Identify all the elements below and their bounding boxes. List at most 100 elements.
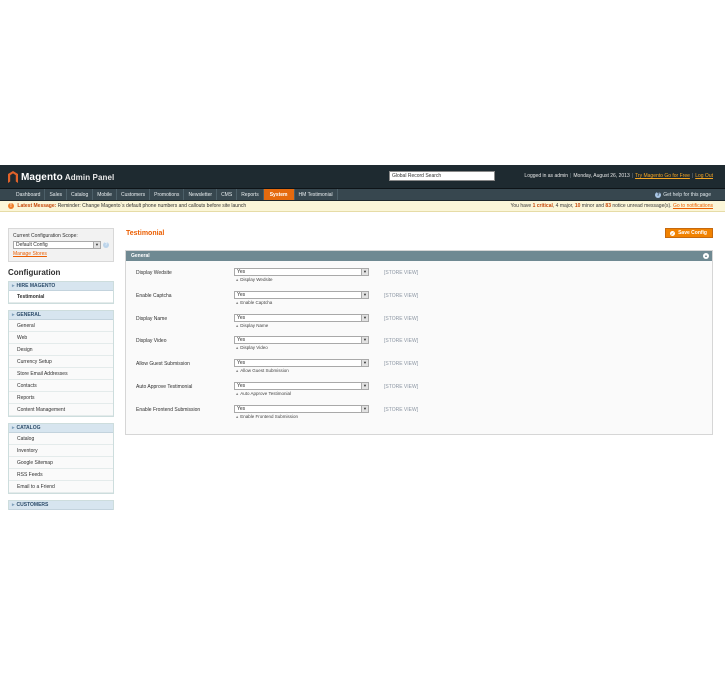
nav-mobile[interactable]: Mobile bbox=[93, 189, 117, 200]
alert-icon: ! bbox=[8, 202, 14, 209]
section-catalog: ▸ CATALOG Catalog Inventory Google Sitema… bbox=[8, 423, 114, 494]
field-note: ▴ Enable Captcha bbox=[236, 299, 273, 305]
help-icon[interactable]: ? bbox=[103, 242, 109, 248]
enable-captcha-select[interactable]: Yes ▼ bbox=[234, 290, 369, 299]
help-text: Get help for this page bbox=[663, 192, 711, 198]
allow-guest-submission-select[interactable]: Yes ▼ bbox=[234, 359, 369, 368]
field-label: Display Video bbox=[136, 338, 167, 345]
latest-message-label: Latest Message: bbox=[17, 203, 57, 209]
config-row: Enable Captcha Yes ▼ ▴ Enable Captcha [STO… bbox=[126, 290, 712, 314]
config-row: Allow Guest Submission Yes ▼ ▴ Allow Guest… bbox=[126, 359, 712, 382]
auto-approve-testimonial-select[interactable]: Yes ▼ bbox=[234, 381, 369, 390]
chevron-down-icon: ▼ bbox=[361, 291, 368, 298]
scope-tag: [STORE VIEW] bbox=[384, 338, 419, 345]
scope-tag: [STORE VIEW] bbox=[384, 383, 419, 390]
sidebar-item-rss-feeds[interactable]: RSS Feeds bbox=[9, 469, 113, 481]
section-general: ▸ GENERAL General Web Design Currency Set… bbox=[8, 310, 114, 417]
header-links: Logged in as admin | Monday, August 26, 20… bbox=[524, 173, 713, 179]
help-link[interactable]: ? Get help for this page bbox=[655, 189, 711, 201]
section-header[interactable]: ▸ CUSTOMERS bbox=[9, 501, 113, 510]
sidebar-item-inventory[interactable]: Inventory bbox=[9, 445, 113, 457]
section-header[interactable]: ▸ CATALOG bbox=[9, 424, 113, 433]
config-sidebar: Current Configuration Scope: Default Con… bbox=[8, 228, 114, 516]
scope-switcher: Current Configuration Scope: Default Con… bbox=[8, 228, 114, 262]
scope-tag: [STORE VIEW] bbox=[384, 315, 419, 322]
field-note: ▴ Auto Approve Testimonial bbox=[236, 390, 291, 396]
sidebar-item-contacts[interactable]: Contacts bbox=[9, 380, 113, 392]
sidebar-item-currency-setup[interactable]: Currency Setup bbox=[9, 356, 113, 368]
display-name-select[interactable]: Yes ▼ bbox=[234, 313, 369, 322]
nav-catalog[interactable]: Catalog bbox=[67, 189, 94, 200]
enable-frontend-submission-select[interactable]: Yes ▼ bbox=[234, 404, 369, 413]
try-magento-go-link[interactable]: Try Magento Go for Free bbox=[635, 173, 690, 179]
scope-tag: [STORE VIEW] bbox=[384, 270, 419, 276]
display-wedsite-select[interactable]: Yes ▼ bbox=[234, 268, 369, 276]
brand-name: Magento Admin Panel bbox=[21, 171, 115, 183]
page-title: Testimonial bbox=[126, 230, 165, 237]
field-note: ▴ Allow Guest Submission bbox=[236, 368, 289, 374]
main-nav: Dashboard Sales Catalog Mobile Customers… bbox=[0, 189, 725, 201]
magento-logo[interactable]: Magento Admin Panel bbox=[8, 171, 114, 183]
sidebar-item-testimonial[interactable]: Testimonial bbox=[9, 291, 113, 303]
help-icon: ? bbox=[655, 192, 662, 198]
scope-select[interactable]: Default Config ▼ bbox=[13, 241, 101, 249]
display-video-select[interactable]: Yes ▼ bbox=[234, 336, 369, 345]
go-to-notifications-link[interactable]: Go to notifications bbox=[673, 203, 713, 209]
sidebar-item-reports[interactable]: Reports bbox=[9, 392, 113, 404]
field-label: Enable Frontend Submission bbox=[136, 406, 201, 413]
save-config-button[interactable]: ✓ Save Config bbox=[665, 228, 713, 238]
nav-dashboard[interactable]: Dashboard bbox=[12, 189, 46, 200]
global-search-input[interactable]: Global Record Search bbox=[389, 171, 495, 181]
admin-app: Magento Admin Panel Global Record Search … bbox=[0, 165, 725, 517]
nav-system[interactable]: System bbox=[263, 189, 295, 200]
sidebar-item-design[interactable]: Design bbox=[9, 344, 113, 356]
sidebar-item-catalog[interactable]: Catalog bbox=[9, 433, 113, 445]
collapse-icon[interactable]: ▲ bbox=[703, 253, 709, 259]
scope-tag: [STORE VIEW] bbox=[384, 361, 419, 368]
nav-cms[interactable]: CMS bbox=[217, 189, 238, 200]
field-label: Display Wedsite bbox=[136, 270, 172, 276]
sidebar-item-web[interactable]: Web bbox=[9, 332, 113, 344]
fieldset-header[interactable]: General ▲ bbox=[126, 251, 712, 261]
sidebar-item-content-management[interactable]: Content Management bbox=[9, 404, 113, 416]
logged-in-text: Logged in as admin bbox=[524, 173, 569, 179]
notification-bar: ! Latest Message: Reminder: Change Magen… bbox=[0, 201, 725, 212]
chevron-down-icon: ▼ bbox=[361, 314, 368, 321]
field-note: ▴ Display Name bbox=[236, 322, 269, 328]
field-label: Allow Guest Submission bbox=[136, 361, 190, 368]
field-label: Display Name bbox=[136, 315, 168, 322]
nav-promotions[interactable]: Promotions bbox=[150, 189, 185, 200]
unread-messages-summary: You have 1 critical, 4 major, 10 minor a… bbox=[510, 203, 713, 209]
chevron-down-icon: ▼ bbox=[361, 382, 368, 389]
nav-reports[interactable]: Reports bbox=[237, 189, 264, 200]
chevron-down-icon: ▼ bbox=[361, 337, 368, 344]
nav-customers[interactable]: Customers bbox=[117, 189, 151, 200]
general-fieldset: General ▲ Display Wedsite Yes ▼ ▴ Display … bbox=[125, 250, 713, 435]
nav-sales[interactable]: Sales bbox=[45, 189, 67, 200]
sidebar-item-google-sitemap[interactable]: Google Sitemap bbox=[9, 457, 113, 469]
expand-icon: ▸ bbox=[12, 425, 15, 431]
config-row: Display Name Yes ▼ ▴ Display Name [STORE V… bbox=[126, 313, 712, 337]
config-row: Auto Approve Testimonial Yes ▼ ▴ Auto Appr… bbox=[126, 381, 712, 405]
config-row: Display Video Yes ▼ ▴ Display Video [STORE… bbox=[126, 336, 712, 359]
chevron-down-icon: ▼ bbox=[361, 405, 368, 412]
field-label: Auto Approve Testimonial bbox=[136, 383, 193, 390]
field-note: ▴ Enable Frontend Submission bbox=[236, 413, 299, 419]
manage-stores-link[interactable]: Manage Stores bbox=[13, 251, 109, 257]
config-row: Enable Frontend Submission Yes ▼ ▴ Enable … bbox=[126, 404, 712, 428]
sidebar-item-email-to-a-friend[interactable]: Email to a Friend bbox=[9, 481, 113, 493]
chevron-down-icon: ▼ bbox=[361, 269, 368, 275]
scope-tag: [STORE VIEW] bbox=[384, 292, 419, 299]
section-customers: ▸ CUSTOMERS bbox=[8, 500, 114, 510]
field-note: ▴ Display Video bbox=[236, 345, 268, 351]
expand-icon: ▸ bbox=[12, 283, 15, 289]
logout-link[interactable]: Log Out bbox=[695, 173, 713, 179]
current-date: Monday, August 26, 2013 bbox=[573, 173, 630, 179]
nav-hm-testimonial[interactable]: HM Testimonial bbox=[295, 189, 338, 200]
admin-header: Magento Admin Panel Global Record Search … bbox=[0, 165, 725, 189]
sidebar-item-general[interactable]: General bbox=[9, 320, 113, 332]
nav-newsletter[interactable]: Newsletter bbox=[184, 189, 218, 200]
sidebar-item-store-email-addresses[interactable]: Store Email Addresses bbox=[9, 368, 113, 380]
section-header[interactable]: ▸ GENERAL bbox=[9, 311, 113, 320]
section-header[interactable]: ▸ HIRE MAGENTO bbox=[9, 282, 113, 291]
